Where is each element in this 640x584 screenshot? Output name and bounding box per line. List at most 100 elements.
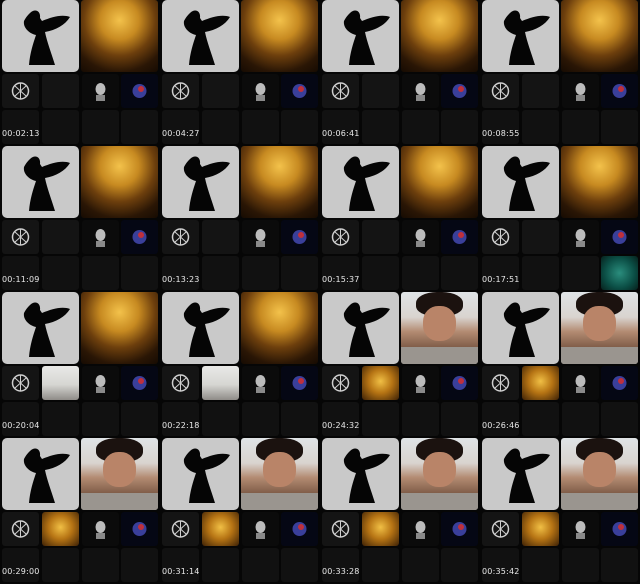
golden-portrait-tile bbox=[42, 512, 79, 546]
empty-tile bbox=[42, 74, 79, 108]
empty-tile bbox=[82, 256, 119, 290]
angel-silhouette-icon bbox=[343, 302, 390, 357]
empty-tile bbox=[242, 402, 279, 436]
thumbnail-cell[interactable]: 00:04:27 bbox=[160, 0, 320, 146]
thumbnail-cell[interactable]: 00:20:04 bbox=[0, 292, 160, 438]
angel-silhouette-icon bbox=[503, 10, 550, 65]
empty-tile bbox=[562, 402, 599, 436]
empty-tile bbox=[522, 256, 559, 290]
globe-avatar-icon bbox=[441, 74, 478, 108]
empty-tile bbox=[601, 548, 638, 582]
skull-avatar-icon bbox=[82, 220, 119, 254]
rune-emblem-icon bbox=[322, 220, 359, 254]
thumbnail-cell[interactable]: 00:02:13 bbox=[0, 0, 160, 146]
thumbnail-cell[interactable]: 00:35:42 bbox=[480, 438, 640, 584]
empty-tile bbox=[522, 402, 559, 436]
golden-portrait-tile bbox=[522, 512, 559, 546]
empty-tile bbox=[601, 110, 638, 144]
thumbnail-cell[interactable]: 00:06:41 bbox=[320, 0, 480, 146]
golden-portrait-tile bbox=[241, 292, 318, 364]
skull-avatar-icon bbox=[402, 220, 439, 254]
empty-tile bbox=[42, 402, 79, 436]
globe-avatar-icon bbox=[121, 512, 158, 546]
golden-portrait-tile bbox=[241, 146, 318, 218]
empty-tile bbox=[362, 548, 399, 582]
empty-tile bbox=[82, 110, 119, 144]
golden-portrait-tile bbox=[561, 146, 638, 218]
empty-tile bbox=[402, 402, 439, 436]
thumbnail-cell[interactable]: 00:15:37 bbox=[320, 146, 480, 292]
timestamp-label: 00:02:13 bbox=[2, 129, 40, 138]
empty-tile bbox=[162, 548, 199, 582]
empty-tile bbox=[402, 256, 439, 290]
angel-silhouette-tile bbox=[482, 438, 559, 510]
empty-tile bbox=[562, 256, 599, 290]
empty-tile bbox=[322, 548, 359, 582]
golden-portrait-tile bbox=[81, 146, 158, 218]
globe-avatar-icon bbox=[601, 220, 638, 254]
golden-portrait-tile bbox=[401, 146, 478, 218]
empty-tile bbox=[562, 548, 599, 582]
rune-emblem-icon bbox=[482, 512, 519, 546]
angel-silhouette-icon bbox=[183, 302, 230, 357]
empty-tile bbox=[202, 402, 239, 436]
angel-silhouette-icon bbox=[23, 302, 70, 357]
empty-tile bbox=[121, 110, 158, 144]
thumbnail-cell[interactable]: 00:17:51 bbox=[480, 146, 640, 292]
empty-tile bbox=[162, 110, 199, 144]
empty-tile bbox=[322, 256, 359, 290]
thumbnail-cell[interactable]: 00:08:55 bbox=[480, 0, 640, 146]
webcam-face-tile bbox=[241, 438, 318, 510]
empty-tile bbox=[362, 74, 399, 108]
thumbnail-cell[interactable]: 00:33:28 bbox=[320, 438, 480, 584]
empty-tile bbox=[482, 402, 519, 436]
thumbnail-cell[interactable]: 00:26:46 bbox=[480, 292, 640, 438]
room-camera-tile bbox=[42, 366, 79, 400]
empty-tile bbox=[441, 110, 478, 144]
angel-silhouette-tile bbox=[322, 146, 399, 218]
angel-silhouette-tile bbox=[162, 146, 239, 218]
golden-portrait-tile bbox=[401, 0, 478, 72]
golden-portrait-tile bbox=[202, 512, 239, 546]
skull-avatar-icon bbox=[402, 74, 439, 108]
skull-avatar-icon bbox=[562, 220, 599, 254]
empty-tile bbox=[42, 220, 79, 254]
globe-avatar-icon bbox=[441, 512, 478, 546]
globe-avatar-icon bbox=[601, 366, 638, 400]
skull-avatar-icon bbox=[562, 366, 599, 400]
angel-silhouette-tile bbox=[322, 438, 399, 510]
thumbnail-cell[interactable]: 00:29:00 bbox=[0, 438, 160, 584]
rune-emblem-icon bbox=[322, 512, 359, 546]
rune-emblem-icon bbox=[482, 74, 519, 108]
empty-tile bbox=[242, 110, 279, 144]
globe-avatar-icon bbox=[281, 512, 318, 546]
angel-silhouette-tile bbox=[2, 146, 79, 218]
webcam-face-tile bbox=[401, 438, 478, 510]
angel-silhouette-tile bbox=[2, 438, 79, 510]
globe-avatar-icon bbox=[441, 220, 478, 254]
empty-tile bbox=[162, 402, 199, 436]
webcam-face-tile bbox=[401, 292, 478, 364]
golden-portrait-tile bbox=[362, 366, 399, 400]
empty-tile bbox=[441, 548, 478, 582]
thumbnail-cell[interactable]: 00:31:14 bbox=[160, 438, 320, 584]
timestamp-label: 00:11:09 bbox=[2, 275, 40, 284]
thumbnail-cell[interactable]: 00:24:32 bbox=[320, 292, 480, 438]
golden-portrait-tile bbox=[362, 512, 399, 546]
rune-emblem-icon bbox=[2, 220, 39, 254]
angel-silhouette-icon bbox=[503, 302, 550, 357]
skull-avatar-icon bbox=[402, 366, 439, 400]
timestamp-label: 00:20:04 bbox=[2, 421, 40, 430]
skull-avatar-icon bbox=[242, 74, 279, 108]
empty-tile bbox=[2, 548, 39, 582]
timestamp-label: 00:31:14 bbox=[162, 567, 200, 576]
empty-tile bbox=[2, 402, 39, 436]
thumbnail-cell[interactable]: 00:13:23 bbox=[160, 146, 320, 292]
empty-tile bbox=[281, 548, 318, 582]
timestamp-label: 00:17:51 bbox=[482, 275, 520, 284]
angel-silhouette-icon bbox=[183, 448, 230, 503]
thumbnail-cell[interactable]: 00:11:09 bbox=[0, 146, 160, 292]
thumbnail-cell[interactable]: 00:22:18 bbox=[160, 292, 320, 438]
empty-tile bbox=[162, 256, 199, 290]
empty-tile bbox=[2, 110, 39, 144]
